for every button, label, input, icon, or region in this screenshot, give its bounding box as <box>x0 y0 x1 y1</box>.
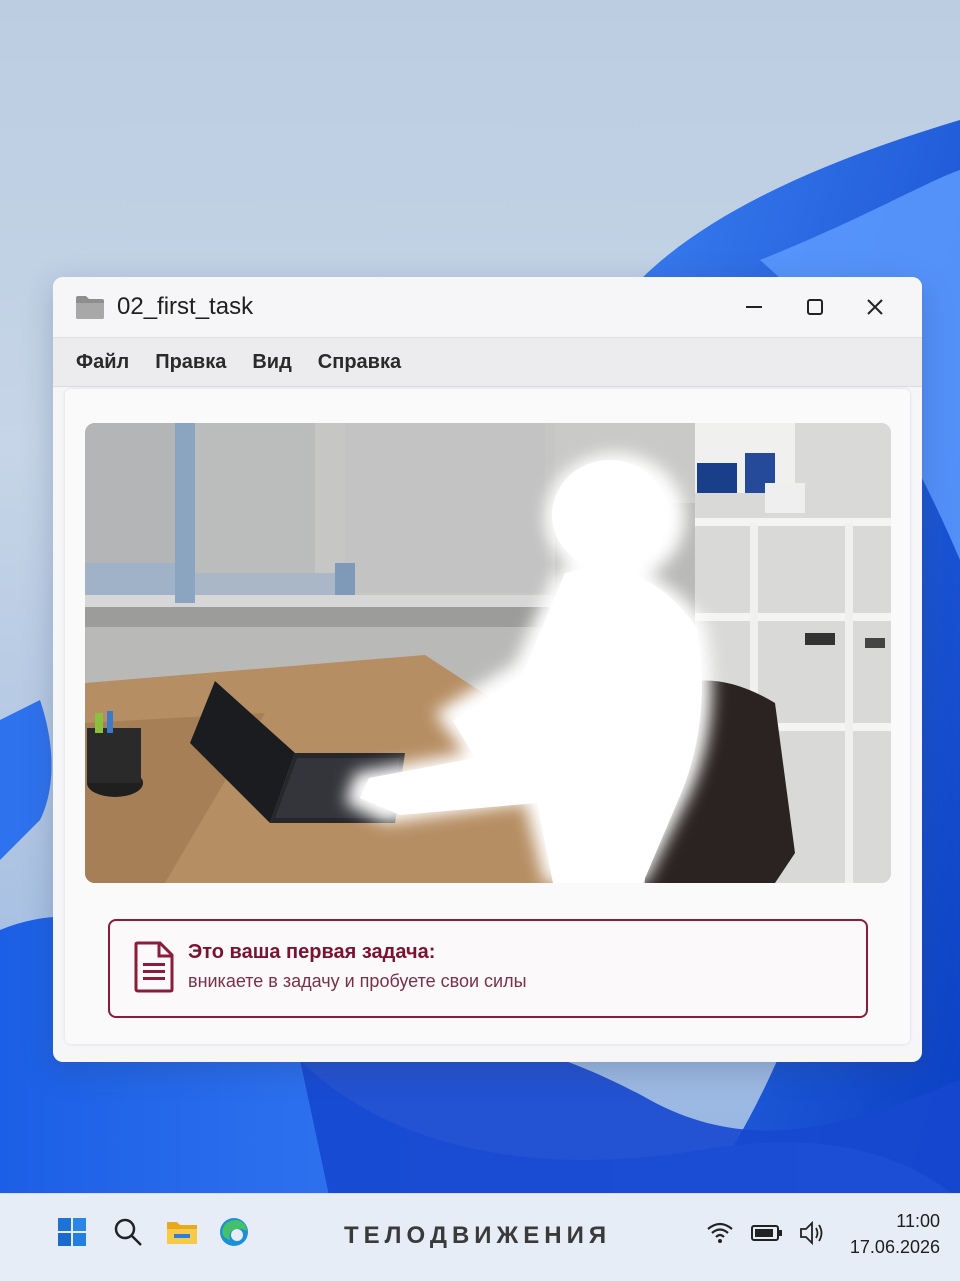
menu-bar: Файл Правка Вид Справка <box>53 337 922 387</box>
volume-icon[interactable] <box>797 1218 827 1248</box>
start-button[interactable] <box>54 1214 90 1250</box>
task-title: Это ваша первая задача: <box>188 941 436 963</box>
window-content: Это ваша первая задача: вникаете в задач… <box>65 389 910 1044</box>
clock-time: 11:00 <box>896 1211 940 1231</box>
minimize-button[interactable] <box>732 287 776 327</box>
search-icon <box>114 1218 142 1246</box>
menu-edit[interactable]: Правка <box>155 351 226 374</box>
search-button[interactable] <box>110 1214 146 1250</box>
wifi-icon[interactable] <box>705 1218 735 1248</box>
maximize-button[interactable] <box>793 287 837 327</box>
task-card: Это ваша первая задача: вникаете в задач… <box>108 919 868 1018</box>
battery-icon[interactable] <box>750 1218 784 1248</box>
menu-help[interactable]: Справка <box>318 351 401 374</box>
close-icon <box>867 299 883 315</box>
folder-icon <box>76 296 104 319</box>
office-photo <box>85 423 891 883</box>
task-subtitle: вникаете в задачу и пробуете свои силы <box>188 971 527 991</box>
minimize-icon <box>746 306 762 308</box>
close-button[interactable] <box>853 287 897 327</box>
file-explorer-button[interactable] <box>164 1214 200 1250</box>
title-bar[interactable]: 02_first_task <box>53 277 922 337</box>
window-title: 02_first_task <box>117 293 254 320</box>
menu-file[interactable]: Файл <box>76 351 129 374</box>
taskbar: ТЕЛОДВИЖЕНИЯ 11:00 17.06.2026 <box>0 1193 960 1281</box>
brand-text: ТЕЛОДВИЖЕНИЯ <box>344 1222 612 1249</box>
clock-date: 17.06.2026 <box>849 1237 940 1257</box>
app-window: 02_first_task Файл Правка Вид Справка Эт… <box>53 277 922 1062</box>
system-clock[interactable]: 11:00 17.06.2026 <box>850 1208 940 1260</box>
edge-browser-icon <box>220 1218 248 1246</box>
windows-start-icon <box>58 1218 86 1246</box>
menu-view[interactable]: Вид <box>252 351 291 374</box>
file-explorer-icon <box>167 1222 197 1244</box>
maximize-icon <box>807 299 823 315</box>
edge-browser-button[interactable] <box>216 1214 252 1250</box>
document-icon <box>134 941 174 993</box>
